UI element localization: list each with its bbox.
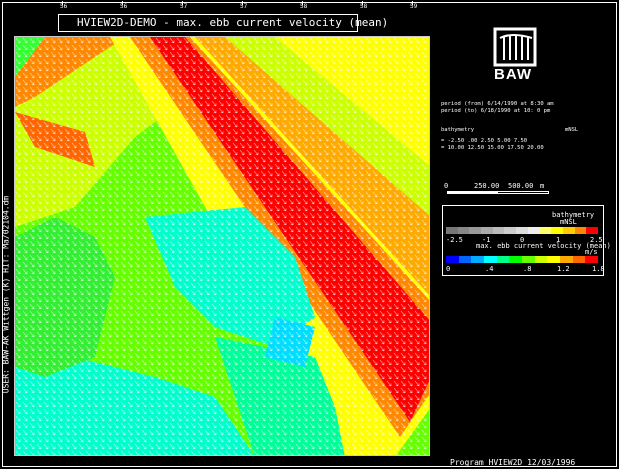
bathy-legend-unit: mNSL [560,218,577,226]
scale-label: 250.00 [474,182,500,190]
velocity-map[interactable] [14,36,430,456]
velocity-color-swatch [522,256,535,263]
velocity-color-swatch [585,256,599,263]
bathy-color-swatch [516,227,528,234]
velocity-tick: 0 [446,265,451,273]
top-tick: 58 [360,1,368,10]
bathy-color-swatch [457,227,470,234]
bathy-color-swatch [469,227,482,234]
period-to: period (to) 6/18/1990 at 10: 0 pm [441,108,551,114]
footer-program-info: Program HVIEW2D 12/03/1996 [450,458,576,467]
side-caption: USER: BAW-AK Wittgen (K) HIT: Ma/02104.d… [1,120,13,465]
bathy-color-swatch [586,227,598,234]
bathy-color-swatch [481,227,493,234]
velocity-legend-unit: m/s [585,248,598,256]
baw-logo: BAW [492,26,538,84]
velocity-colorbar [446,256,599,263]
velocity-color-swatch [484,256,497,263]
bathy-colorbar [446,227,598,234]
top-tick: 57 [180,1,188,10]
velocity-color-swatch [560,256,573,263]
velocity-color-swatch [458,256,472,263]
bathy-table-row1: = -2.50 .00 2.50 5.00 7.50 [441,138,528,144]
top-tick: 57 [240,1,248,10]
period-from: period (from) 6/14/1990 at 8:30 am [441,101,554,107]
scale-label: 0 [444,182,449,190]
velocity-color-swatch [446,256,459,263]
bathy-color-swatch [562,227,575,234]
bathy-color-swatch [527,227,540,234]
bathy-tick: -2.5 [446,236,463,244]
velocity-tick: .8 [523,265,532,273]
scale-label: m [540,182,545,190]
velocity-color-swatch [534,256,548,263]
bathy-color-swatch [551,227,563,234]
velocity-tick: 1.8 [592,265,605,273]
bathy-color-swatch [504,227,517,234]
page-title: HVIEW2D-DEMO - max. ebb current velocity… [58,14,388,32]
velocity-color-swatch [496,256,510,263]
velocity-tick: .4 [485,265,494,273]
velocity-color-swatch [471,256,485,263]
bathy-color-swatch [446,227,458,234]
top-tick: 56 [60,1,68,10]
side-caption-text: USER: BAW-AK Wittgen (K) HIT: Ma/02104.d… [1,195,11,394]
logo-text: BAW [494,66,532,83]
bathy-table-header-right: mNSL [565,127,579,133]
velocity-color-swatch [547,256,561,263]
velocity-color-swatch [509,256,523,263]
bathy-color-swatch [539,227,552,234]
top-tick: 58 [300,1,308,10]
top-tick: 59 [410,1,418,10]
bathy-color-swatch [574,227,587,234]
bathy-table-row2: = 10.00 12.50 15.00 17.50 20.00 [441,145,544,151]
scale-label: 500.00 [508,182,534,190]
bathy-table-header-left: bathymetry [441,127,475,133]
top-tick: 56 [120,1,128,10]
bathy-color-swatch [492,227,505,234]
velocity-color-swatch [572,256,586,263]
velocity-tick: 1.2 [557,265,570,273]
velocity-map-canvas [15,37,429,455]
